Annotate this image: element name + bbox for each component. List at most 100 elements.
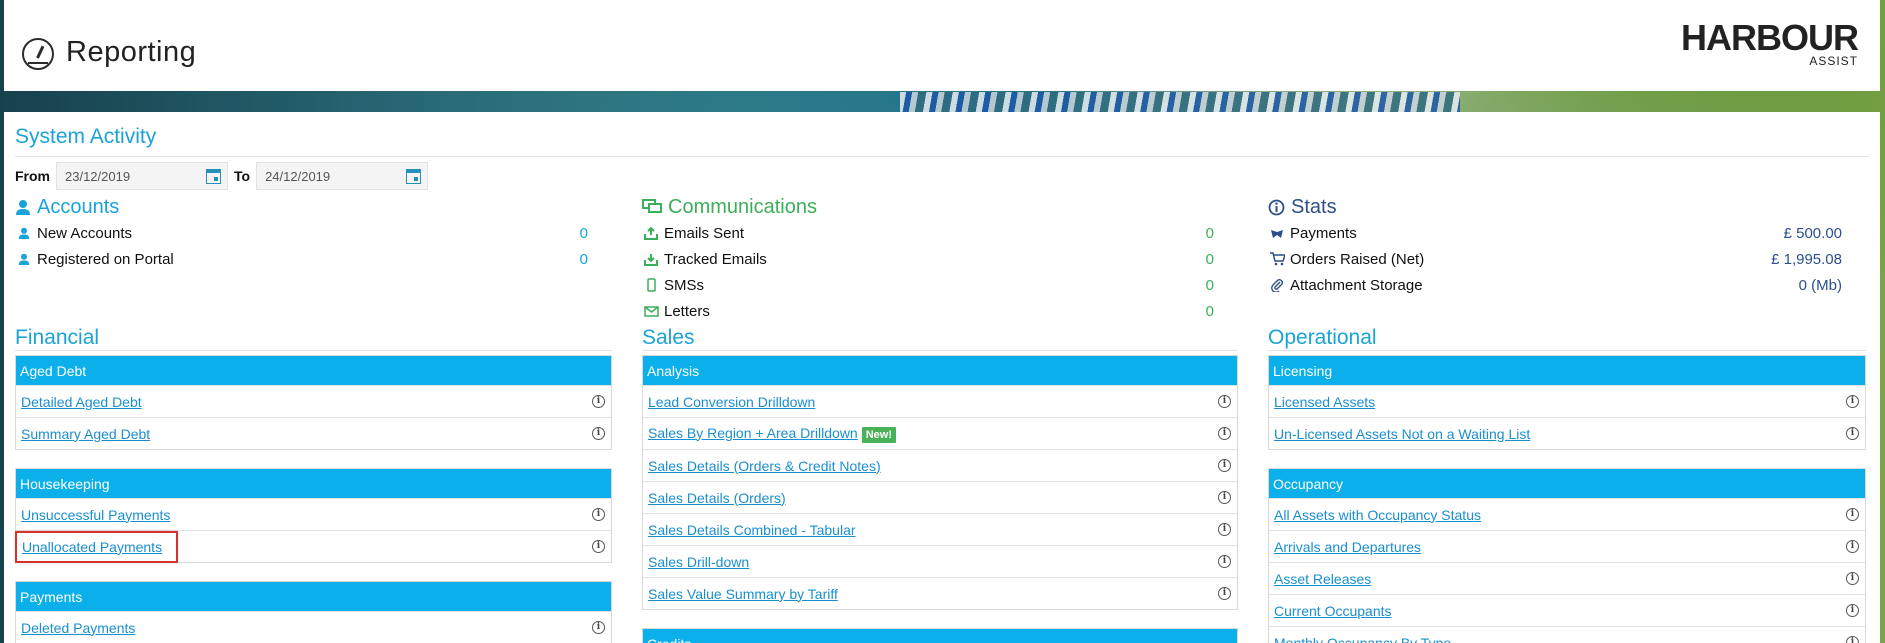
table-row: Detailed Aged Debt i — [16, 385, 611, 417]
inbox-icon — [642, 253, 660, 266]
stat-label: New Accounts — [37, 224, 133, 242]
table-row: Sales Drill-down i — [643, 545, 1237, 577]
report-link-all-assets-occupancy[interactable]: All Assets with Occupancy Status — [1274, 507, 1481, 523]
info-icon[interactable]: i — [1218, 395, 1231, 408]
stats-title: Stats — [1291, 195, 1337, 218]
table-row: Licensed Assets i — [1269, 385, 1865, 417]
table-header: Occupancy — [1269, 469, 1865, 498]
stat-row-smss: SMSs 0 — [642, 272, 1238, 298]
stat-label: Payments — [1290, 224, 1357, 242]
report-link-detailed-aged-debt[interactable]: Detailed Aged Debt — [21, 394, 142, 410]
table-row: Asset Releases i — [1269, 562, 1865, 594]
communications-heading: Communications — [642, 194, 1238, 220]
info-icon[interactable]: i — [592, 540, 605, 553]
info-icon[interactable]: i — [592, 427, 605, 440]
stats-heading: Stats — [1268, 194, 1866, 220]
stat-label: SMSs — [664, 276, 705, 294]
table-row: Lead Conversion Drilldown i — [643, 385, 1237, 417]
dashboard-gauge-icon — [22, 38, 54, 70]
to-date-field[interactable]: 24/12/2019 — [256, 162, 429, 190]
payments-icon — [1268, 227, 1286, 240]
info-icon[interactable]: i — [1218, 555, 1231, 568]
table-row: Unsuccessful Payments i — [16, 498, 611, 530]
user-icon — [15, 227, 33, 239]
report-link-sales-details-orders-credit[interactable]: Sales Details (Orders & Credit Notes) — [648, 458, 881, 474]
stat-row-registered-portal: Registered on Portal 0 — [15, 246, 612, 272]
info-icon[interactable]: i — [1218, 523, 1231, 536]
date-range-filter: From 23/12/2019 To 24/12/2019 — [15, 162, 429, 190]
table-header: Licensing — [1269, 356, 1865, 385]
user-icon — [16, 200, 30, 215]
accounts-heading: Accounts — [15, 194, 612, 220]
report-link-deleted-payments[interactable]: Deleted Payments — [21, 620, 135, 636]
info-icon[interactable]: i — [592, 621, 605, 634]
sales-title: Sales — [642, 326, 695, 349]
table-row: Current Occupants i — [1269, 594, 1865, 626]
info-icon[interactable]: i — [1846, 395, 1859, 408]
table-row: Sales Details (Orders) i — [643, 481, 1237, 513]
stat-value: 0 — [1205, 276, 1214, 294]
info-icon[interactable]: i — [1846, 636, 1859, 643]
stat-value: £ 1,995.08 — [1771, 250, 1842, 268]
report-link-licensed-assets[interactable]: Licensed Assets — [1274, 394, 1375, 410]
divider — [642, 350, 1238, 351]
stat-label: Attachment Storage — [1290, 276, 1423, 294]
info-icon[interactable]: i — [1846, 427, 1859, 440]
report-link-arrivals-departures[interactable]: Arrivals and Departures — [1274, 539, 1421, 555]
info-icon[interactable]: i — [1218, 587, 1231, 600]
background-photo-boats — [900, 92, 1460, 114]
report-link-lead-conversion[interactable]: Lead Conversion Drilldown — [648, 394, 815, 410]
calendar-icon[interactable] — [406, 168, 422, 184]
table-row: Sales Details (Orders & Credit Notes) i — [643, 449, 1237, 481]
report-link-unallocated-payments[interactable]: Unallocated Payments — [14, 530, 179, 563]
stat-value: 0 — [579, 224, 588, 242]
paperclip-icon — [1268, 278, 1286, 292]
table-row: Deleted Payments i — [16, 611, 611, 643]
user-icon — [15, 253, 33, 265]
report-link-sales-details-orders[interactable]: Sales Details (Orders) — [648, 490, 786, 506]
table-row: Arrivals and Departures i — [1269, 530, 1865, 562]
stat-label: Registered on Portal — [37, 250, 174, 268]
table-row: Sales Details Combined - Tabular i — [643, 513, 1237, 545]
new-badge: New! — [861, 426, 897, 443]
info-icon[interactable]: i — [1218, 427, 1231, 440]
info-icon[interactable]: i — [1846, 508, 1859, 521]
calendar-icon[interactable] — [206, 168, 221, 184]
stat-row-letters: Letters 0 — [642, 298, 1238, 324]
report-link-monthly-occupancy[interactable]: Monthly Occupancy By Type — [1274, 635, 1451, 643]
accounts-title: Accounts — [37, 195, 120, 218]
report-link-current-occupants[interactable]: Current Occupants — [1274, 603, 1392, 619]
table-header: Payments — [16, 582, 611, 611]
info-icon[interactable]: i — [1846, 604, 1859, 617]
divider — [1268, 350, 1866, 351]
report-link-unsuccessful-payments[interactable]: Unsuccessful Payments — [21, 507, 170, 523]
report-link-unlicensed-assets[interactable]: Un-Licensed Assets Not on a Waiting List — [1274, 426, 1530, 442]
info-icon[interactable]: i — [1218, 459, 1231, 472]
from-date-field[interactable]: 23/12/2019 — [56, 162, 228, 190]
harbour-assist-logo[interactable]: HARBOUR ASSIST — [1681, 20, 1859, 69]
table-row: Monthly Occupancy By Type i — [1269, 626, 1865, 643]
info-icon[interactable]: i — [592, 395, 605, 408]
table-row: Sales By Region + Area Drilldown New! i — [643, 417, 1237, 449]
info-icon[interactable]: i — [1846, 572, 1859, 585]
report-link-sales-by-region[interactable]: Sales By Region + Area Drilldown — [648, 425, 858, 441]
table-header: Aged Debt — [16, 356, 611, 385]
stat-value: 0 — [1205, 224, 1214, 242]
stat-row-tracked-emails: Tracked Emails 0 — [642, 246, 1238, 272]
licensing-table: Licensing Licensed Assets i Un-Licensed … — [1268, 355, 1866, 450]
report-link-sales-details-combined[interactable]: Sales Details Combined - Tabular — [648, 522, 856, 538]
info-icon[interactable]: i — [1218, 491, 1231, 504]
report-link-sales-value-summary[interactable]: Sales Value Summary by Tariff — [648, 586, 838, 602]
info-icon[interactable]: i — [1846, 540, 1859, 553]
stat-label: Letters — [664, 302, 710, 320]
report-link-asset-releases[interactable]: Asset Releases — [1274, 571, 1371, 587]
to-date-value: 24/12/2019 — [265, 168, 331, 184]
stat-label: Emails Sent — [664, 224, 745, 242]
info-circle-icon — [1268, 199, 1285, 215]
stats-section: Stats Payments £ 500.00 Orders Raised (N… — [1268, 194, 1866, 298]
cart-icon — [1268, 252, 1286, 266]
info-icon[interactable]: i — [592, 508, 605, 521]
report-link-summary-aged-debt[interactable]: Summary Aged Debt — [21, 426, 150, 442]
table-header: Analysis — [643, 356, 1237, 385]
report-link-sales-drill-down[interactable]: Sales Drill-down — [648, 554, 749, 570]
